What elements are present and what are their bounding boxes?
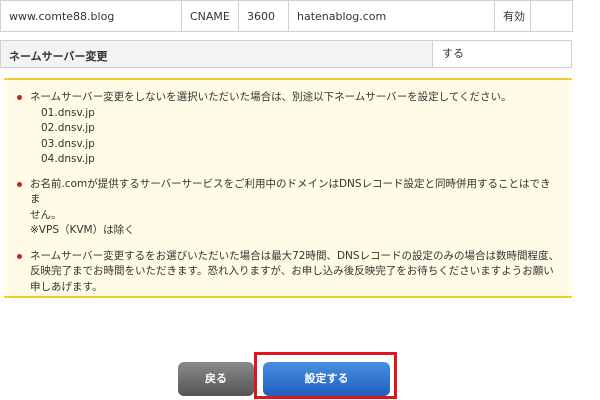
nameserver-1: 01.dnsv.jp	[41, 106, 95, 119]
table-row: www.comte88.blog CNAME 3600 hatenablog.c…	[0, 0, 573, 32]
record-host: www.comte88.blog	[0, 0, 182, 32]
dns-record-table: www.comte88.blog CNAME 3600 hatenablog.c…	[0, 0, 573, 32]
nameserver-3: 03.dnsv.jp	[41, 137, 95, 150]
nameserver-change-label: ネームサーバー変更	[9, 50, 108, 63]
bullet-icon	[17, 253, 22, 259]
notice-note: ※VPS（KVM）は除く	[30, 224, 135, 236]
notice-box: ネームサーバー変更をしないを選択いただいた場合は、別途以下ネームサーバーを設定し…	[4, 78, 572, 298]
notice-item-nameserver: ネームサーバー変更をしないを選択いただいた場合は、別途以下ネームサーバーを設定し…	[16, 90, 560, 168]
notice-text: お名前.comが提供するサーバーサービスをご利用中のドメインはDNSレコード設定…	[30, 177, 551, 206]
bullet-icon	[17, 181, 22, 187]
nameserver-4: 04.dnsv.jp	[41, 153, 95, 165]
notice-item-propagation: ネームサーバー変更するをお選びいただいた場合は最大72時間、DNSレコードの設定…	[16, 249, 560, 296]
notice-text: せん。	[30, 208, 62, 221]
record-empty-cell	[530, 0, 573, 32]
notice-text: 申しあげます。	[30, 280, 103, 293]
record-value: hatenablog.com	[288, 0, 495, 32]
nameserver-2: 02.dnsv.jp	[41, 122, 95, 134]
record-type: CNAME	[181, 0, 239, 32]
notice-text: ネームサーバー変更するをお選びいただいた場合は最大72時間、DNSレコードの設定…	[30, 249, 560, 262]
notice-item-server-service: お名前.comが提供するサーバーサービスをご利用中のドメインはDNSレコード設定…	[16, 177, 560, 239]
back-button[interactable]: 戻る	[178, 362, 254, 396]
notice-text: ネームサーバー変更をしないを選択いただいた場合は、別途以下ネームサーバーを設定し…	[30, 91, 512, 103]
bullet-icon	[17, 95, 22, 100]
nameserver-change-row: ネームサーバー変更 する	[0, 40, 572, 68]
notice-text: 反映完了までお時間をいただきます。恐れ入りますが、お申し込み後反映完了をお待ちく…	[30, 265, 554, 277]
record-ttl: 3600	[238, 0, 289, 32]
notice-list: ネームサーバー変更をしないを選択いただいた場合は、別途以下ネームサーバーを設定し…	[4, 80, 572, 295]
record-status: 有効	[494, 0, 531, 32]
highlight-box	[254, 352, 397, 399]
nameserver-change-value: する	[432, 41, 571, 67]
